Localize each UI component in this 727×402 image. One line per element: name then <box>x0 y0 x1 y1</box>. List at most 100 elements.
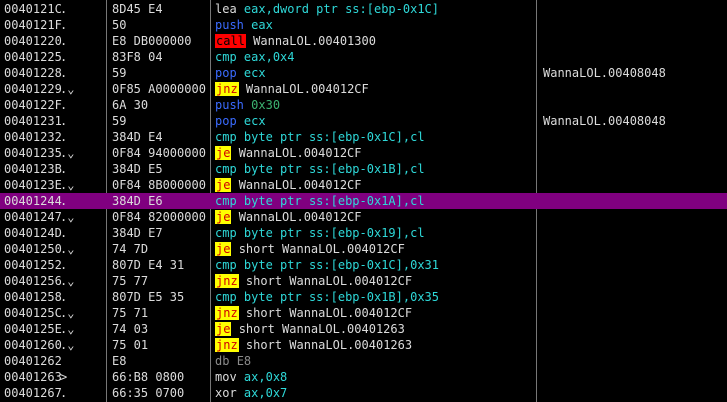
address: 00401235 <box>4 146 62 160</box>
hex-bytes: 807D E4 31 <box>112 258 185 272</box>
instruction-row[interactable]: 00401235 .⌄ 0F84 94000000 je WannaLOL.00401… <box>0 145 727 161</box>
address: 00401228 <box>4 66 62 80</box>
mnemonic: cmp <box>215 226 237 240</box>
operands: ecx <box>243 114 266 128</box>
instruction-row[interactable]: 0040121C. 8D45 E4 lea eax,dword ptr ss:[eb… <box>0 1 727 17</box>
jump-marker: .⌄ <box>60 338 75 352</box>
hex-bytes: 0F85 A0000000 <box>112 82 206 96</box>
instruction-row[interactable]: 0040123B. 384D E5 cmp byte ptr ss:[ebp-0x1… <box>0 161 727 177</box>
operands: WannaLOL.004012CF <box>238 210 362 224</box>
hex-bytes: 66:35 0700 <box>112 386 185 400</box>
jump-marker: . <box>60 114 68 128</box>
address: 0040121C <box>4 2 62 16</box>
operands: byte ptr ss:[ebp-0x1C],0x31 <box>243 258 439 272</box>
mnemonic: jnz <box>215 274 239 288</box>
mnemonic: cmp <box>215 162 237 176</box>
mnemonic: cmp <box>215 258 237 272</box>
operands: eax,dword ptr ss:[ebp-0x1C] <box>243 2 439 16</box>
address: 0040125E <box>4 322 62 336</box>
instruction-row[interactable]: 00401250 .⌄ 74 7D je short WannaLOL.004012C… <box>0 241 727 257</box>
comment: WannaLOL.00408048 <box>543 114 666 128</box>
jump-marker: .⌄ <box>60 322 75 336</box>
operands: eax,0x4 <box>243 50 295 64</box>
instruction-row[interactable]: 00401247 .⌄ 0F84 82000000 je WannaLOL.00401… <box>0 209 727 225</box>
instruction-row[interactable]: 00401267. 66:35 0700 xor ax,0x7 <box>0 385 727 401</box>
disassembly: jnz short WannaLOL.004012CF <box>215 273 412 289</box>
jump-marker: . <box>60 50 68 64</box>
hex-bytes: 384D E4 <box>112 130 163 144</box>
instruction-row[interactable]: 0040124D. 384D E7 cmp byte ptr ss:[ebp-0x1… <box>0 225 727 241</box>
hex-bytes: 384D E6 <box>112 194 163 208</box>
instruction-row[interactable]: 00401252. 807D E4 31 cmp byte ptr ss:[ebp-… <box>0 257 727 273</box>
hex-bytes: 83F8 04 <box>112 50 163 64</box>
mnemonic: je <box>215 322 232 336</box>
instruction-row-selected[interactable]: 00401244. 384D E6 cmp byte ptr ss:[ebp-0x1… <box>0 193 727 209</box>
mnemonic: pop <box>215 66 237 80</box>
address: 0040121F <box>4 18 62 32</box>
hex-bytes: 807D E5 35 <box>112 290 185 304</box>
hex-bytes: 8D45 E4 <box>112 2 163 16</box>
operands: short WannaLOL.00401263 <box>245 338 413 352</box>
operands: E8 <box>236 354 252 368</box>
disassembly: cmp byte ptr ss:[ebp-0x1B],cl <box>215 161 425 177</box>
jump-marker: > <box>60 370 68 384</box>
mnemonic: je <box>215 210 232 224</box>
instruction-row[interactable]: 00401220. E8 DB000000 call WannaLOL.004013… <box>0 33 727 49</box>
mnemonic: je <box>215 178 232 192</box>
address: 00401244 <box>4 194 62 208</box>
disassembly: jnz short WannaLOL.00401263 <box>215 337 412 353</box>
operands: short WannaLOL.004012CF <box>238 242 405 256</box>
disassembly: cmp byte ptr ss:[ebp-0x19],cl <box>215 225 425 241</box>
disassembly-pane[interactable]: 0040121C. 8D45 E4 lea eax,dword ptr ss:[eb… <box>0 0 727 402</box>
jump-marker: .⌄ <box>60 82 75 96</box>
jump-marker: . <box>60 386 68 400</box>
mnemonic: pop <box>215 114 237 128</box>
hex-bytes: 6A 30 <box>112 98 149 112</box>
hex-bytes: 74 7D <box>112 242 149 256</box>
instruction-row[interactable]: 00401225. 83F8 04 cmp eax,0x4 <box>0 49 727 65</box>
instruction-row[interactable]: 0040122F. 6A 30 push 0x30 <box>0 97 727 113</box>
instruction-row[interactable]: 0040125C .⌄ 75 71 jnz short WannaLOL.004012… <box>0 305 727 321</box>
jump-marker: . <box>60 130 68 144</box>
address: 00401258 <box>4 290 62 304</box>
disassembly: je short WannaLOL.004012CF <box>215 241 405 257</box>
operands: WannaLOL.004012CF <box>245 82 369 96</box>
instruction-row[interactable]: 0040121F. 50 push eax <box>0 17 727 33</box>
address: 00401232 <box>4 130 62 144</box>
hex-bytes: 74 03 <box>112 322 149 336</box>
disassembly: call WannaLOL.00401300 <box>215 33 376 49</box>
jump-marker: . <box>60 162 68 176</box>
hex-bytes: 59 <box>112 114 127 128</box>
disassembly: db E8 <box>215 353 251 369</box>
mnemonic: jnz <box>215 82 239 96</box>
hex-bytes: 384D E5 <box>112 162 163 176</box>
instruction-row[interactable]: 0040125E .⌄ 74 03 je short WannaLOL.0040126… <box>0 321 727 337</box>
hex-bytes: E8 <box>112 354 127 368</box>
instruction-row[interactable]: 00401256 .⌄ 75 77 jnz short WannaLOL.004012… <box>0 273 727 289</box>
address: 0040123E <box>4 178 62 192</box>
instruction-row[interactable]: 00401232. 384D E4 cmp byte ptr ss:[ebp-0x1… <box>0 129 727 145</box>
hex-bytes: 66:B8 0800 <box>112 370 185 384</box>
jump-marker: . <box>60 290 68 304</box>
instruction-row[interactable]: 00401229 .⌄ 0F85 A0000000 jnz WannaLOL.0040… <box>0 81 727 97</box>
operands: ecx <box>243 66 266 80</box>
instruction-row[interactable]: 00401263 >66:B8 0800 mov ax,0x8 <box>0 369 727 385</box>
operands: byte ptr ss:[ebp-0x19],cl <box>243 226 425 240</box>
instruction-row[interactable]: 00401231. 59 pop ecx WannaLOL.00408048 <box>0 113 727 129</box>
address: 0040123B <box>4 162 62 176</box>
hex-bytes: 59 <box>112 66 127 80</box>
operands: byte ptr ss:[ebp-0x1B],cl <box>243 162 425 176</box>
instruction-row[interactable]: 00401260 .⌄ 75 01 jnz short WannaLOL.004012… <box>0 337 727 353</box>
address: 00401231 <box>4 114 62 128</box>
jump-marker: .⌄ <box>60 146 75 160</box>
disassembly: cmp byte ptr ss:[ebp-0x1A],cl <box>215 193 425 209</box>
jump-marker <box>60 353 100 369</box>
hex-bytes: 75 77 <box>112 274 149 288</box>
instruction-row[interactable]: 0040123E .⌄ 0F84 8B000000 je WannaLOL.00401… <box>0 177 727 193</box>
instruction-row[interactable]: 00401228. 59 pop ecx WannaLOL.00408048 <box>0 65 727 81</box>
instruction-row[interactable]: 00401258. 807D E5 35 cmp byte ptr ss:[ebp-… <box>0 289 727 305</box>
instruction-row[interactable]: 00401262 E8 db E8 <box>0 353 727 369</box>
disassembly: je short WannaLOL.00401263 <box>215 321 405 337</box>
operands: byte ptr ss:[ebp-0x1A],cl <box>243 194 425 208</box>
mnemonic: db <box>215 354 230 368</box>
